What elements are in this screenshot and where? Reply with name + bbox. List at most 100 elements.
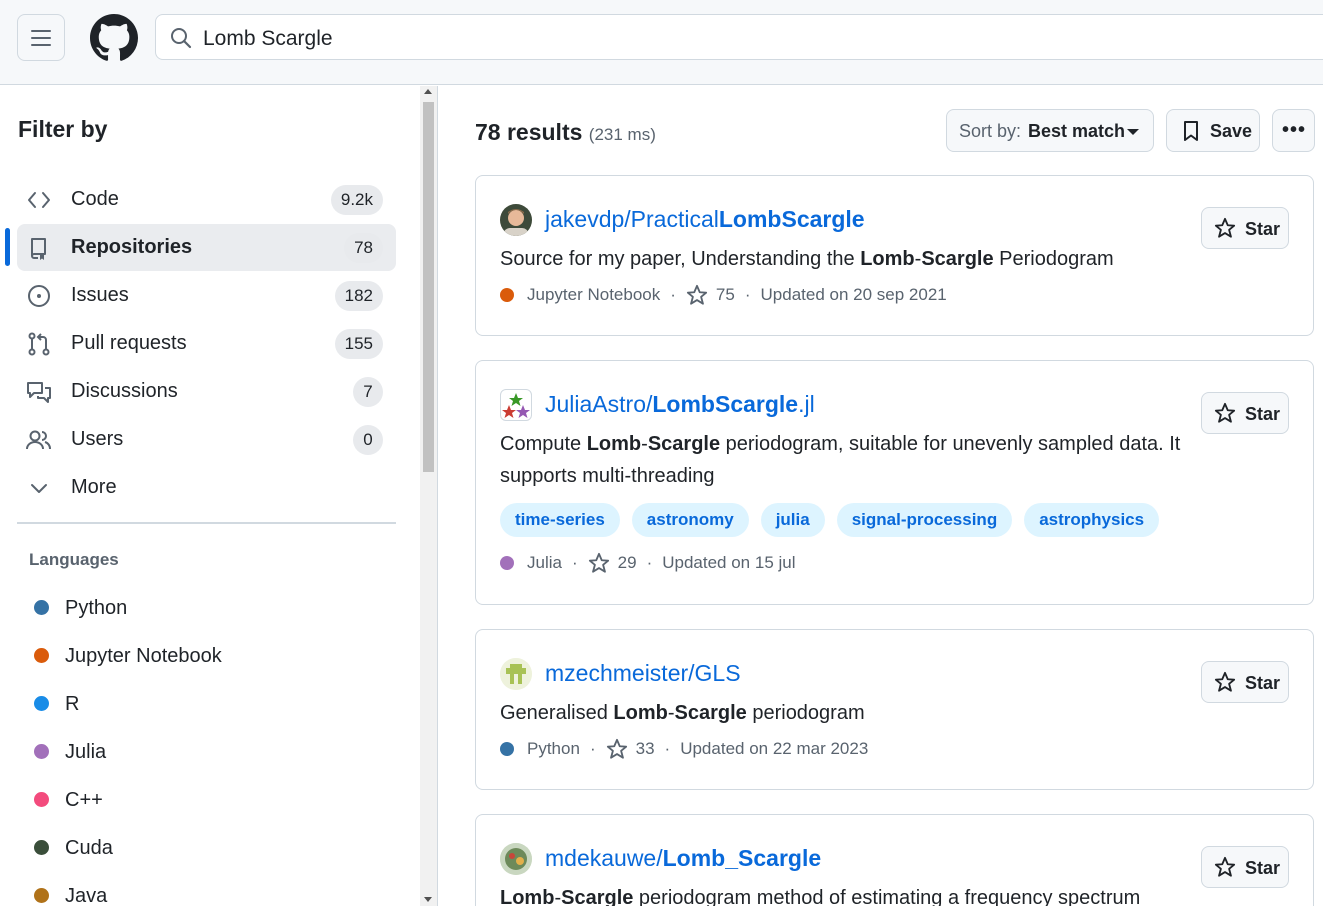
scroll-up-arrow-icon[interactable] (424, 89, 432, 94)
topic-tag[interactable]: time-series (500, 503, 620, 537)
star-label: Star (1245, 673, 1281, 693)
sidebar-item-more[interactable]: More (17, 464, 396, 511)
topic-tag[interactable]: astronomy (631, 503, 749, 537)
repo-owner: jakevdp/ (545, 206, 631, 232)
repo-owner: JuliaAstro/ (545, 391, 653, 417)
language-color-dot (34, 696, 49, 711)
sidebar-item-label: Discussions (71, 380, 178, 402)
search-icon (171, 28, 192, 49)
sidebar-item-label: Code (71, 188, 119, 210)
language-color-dot (500, 556, 514, 570)
topic-tag[interactable]: signal-processing (836, 503, 1013, 537)
scroll-down-arrow-icon[interactable] (424, 897, 432, 902)
repo-description: Lomb-Scargle periodogram method of estim… (500, 882, 1260, 906)
count-badge: 7 (353, 377, 383, 407)
github-logo-icon[interactable] (90, 14, 138, 62)
star-button[interactable]: Star (1201, 392, 1289, 434)
topic-list: time-series astronomy julia signal-proce… (500, 503, 1160, 537)
sidebar-item-pull-requests[interactable]: Pull requests 155 (17, 320, 396, 367)
repo-icon (26, 235, 52, 261)
active-indicator (5, 228, 10, 266)
language-color-dot (34, 840, 49, 855)
repo-description: Source for my paper, Understanding the L… (500, 243, 1220, 275)
search-query-text[interactable]: Lomb Scargle (203, 27, 333, 51)
star-button[interactable]: Star (1201, 207, 1289, 249)
code-icon (26, 187, 52, 213)
language-color-dot (34, 792, 49, 807)
sidebar-item-discussions[interactable]: Discussions 7 (17, 368, 396, 415)
scrollbar-thumb[interactable] (423, 102, 434, 472)
repo-name-match: Lomb_Scargle (662, 845, 822, 871)
divider (17, 522, 396, 524)
language-color-dot (34, 600, 49, 615)
star-icon (1214, 856, 1236, 877)
repo-meta: Jupyter Notebook · 75 · Updated on 20 se… (500, 284, 947, 306)
language-label: Python (65, 597, 128, 619)
repo-meta: Julia · 29 · Updated on 15 jul (500, 552, 796, 574)
filter-title: Filter by (18, 116, 108, 142)
star-icon (1214, 217, 1236, 238)
desc-text: Source for my paper, Understanding the (500, 248, 861, 270)
language-color-dot (500, 288, 514, 302)
language-label: Jupyter Notebook (65, 645, 222, 667)
pull-request-icon (26, 331, 52, 357)
owner-avatar[interactable] (500, 389, 532, 421)
repo-name-match: LombScargle (652, 391, 799, 417)
desc-text: Periodogram (993, 248, 1114, 270)
owner-avatar[interactable] (500, 843, 532, 875)
repo-name-link[interactable]: mzechmeister/GLS (545, 660, 741, 687)
save-label: Save (1210, 121, 1253, 141)
topic-tag[interactable]: astrophysics (1024, 503, 1160, 537)
more-options-button[interactable]: ••• (1272, 109, 1315, 152)
sidebar-item-code[interactable]: Code 9.2k (17, 176, 396, 223)
repo-name-part: .jl (798, 391, 815, 417)
desc-match: Lomb (500, 887, 555, 906)
filter-sidebar: Filter by Code 9.2k Repositories 78 Issu… (0, 86, 438, 906)
count-badge: 0 (353, 425, 383, 455)
separator: · (664, 739, 671, 758)
star-count[interactable]: 75 (716, 285, 735, 305)
star-button[interactable]: Star (1201, 661, 1289, 703)
save-search-button[interactable]: Save (1166, 109, 1260, 152)
star-button[interactable]: Star (1201, 846, 1289, 888)
sidebar-item-label: Issues (71, 284, 129, 306)
sidebar-item-label: Repositories (71, 236, 193, 258)
language-label: Julia (65, 741, 107, 763)
star-count[interactable]: 33 (636, 739, 655, 759)
count-badge: 9.2k (330, 185, 383, 215)
sidebar-item-label: Users (71, 428, 124, 450)
sidebar-item-issues[interactable]: Issues 182 (17, 272, 396, 319)
language-color-dot (34, 648, 49, 663)
sidebar-item-users[interactable]: Users 0 (17, 416, 396, 463)
repo-language: Jupyter Notebook (527, 285, 661, 304)
repo-name-match: LombScargle (718, 206, 865, 232)
sort-dropdown-button[interactable]: Sort by: Best match (946, 109, 1154, 152)
repo-name-link[interactable]: JuliaAstro/LombScargle.jl (545, 391, 815, 418)
owner-avatar[interactable] (500, 658, 532, 690)
repo-owner: mdekauwe/ (545, 845, 663, 871)
desc-match: Scargle (921, 248, 994, 270)
desc-text: Compute (500, 433, 587, 455)
results-count: 78 results (231 ms) (475, 119, 656, 146)
caret-down-icon (1127, 129, 1139, 135)
owner-avatar[interactable] (500, 204, 532, 236)
repo-name-link[interactable]: mdekauwe/Lomb_Scargle (545, 845, 821, 872)
count-badge: 78 (344, 233, 383, 263)
sidebar-item-label: Pull requests (71, 332, 187, 354)
topic-tag[interactable]: julia (760, 503, 825, 537)
repo-name-link[interactable]: jakevdp/PracticalLombScargle (545, 206, 865, 233)
desc-match: Scargle (647, 433, 721, 455)
sidebar-item-repositories[interactable]: Repositories 78 (17, 224, 396, 271)
language-label: Cuda (65, 837, 113, 859)
discussion-icon (26, 379, 52, 405)
separator: · (670, 285, 676, 304)
search-input[interactable]: Lomb Scargle (155, 14, 1323, 60)
hamburger-menu-button[interactable] (17, 14, 65, 61)
star-count[interactable]: 29 (618, 553, 637, 573)
sidebar-scrollbar[interactable] (420, 86, 437, 906)
hamburger-icon (31, 29, 51, 46)
language-label: C++ (65, 789, 103, 811)
people-icon (26, 427, 52, 453)
language-label: R (65, 693, 80, 715)
chevron-down-icon (26, 475, 52, 501)
